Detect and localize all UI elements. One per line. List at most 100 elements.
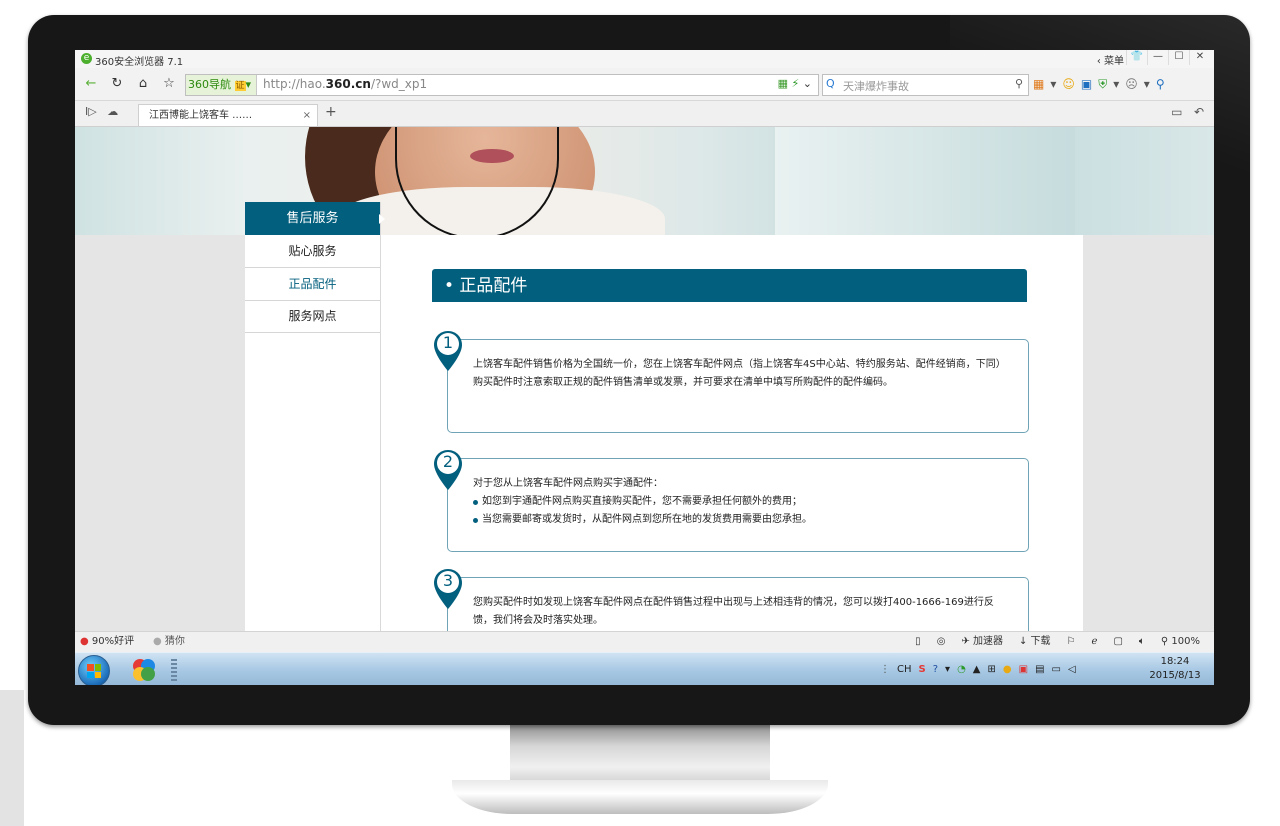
screenshot-icon[interactable]: ▣: [1081, 74, 1092, 94]
search-icon[interactable]: ⚲: [1015, 77, 1023, 90]
apps-icon[interactable]: ▦: [1033, 74, 1044, 94]
card-2-bullet-2: 当您需要邮寄或发货时，从配件网点到您所在地的发货费用需要由您承担。: [473, 511, 1012, 529]
dropdown-icon[interactable]: ▾: [1050, 74, 1056, 94]
windows-taskbar: ⋮ CH S ? ▾ ◔ ▲ ⊞ ● ▣ ▤ ▭ ◁ 18:24 2015/8/…: [75, 652, 1214, 685]
zoom-control[interactable]: ⚲ 100%: [1161, 632, 1200, 652]
background-strip: [0, 690, 24, 826]
extension-icon[interactable]: ☹: [1125, 74, 1138, 94]
zoom-tool-icon[interactable]: ⚲: [1156, 74, 1165, 94]
home-button[interactable]: ⌂: [133, 74, 153, 94]
help-icon[interactable]: ?: [933, 664, 938, 675]
sidebar-toggle-icon[interactable]: I▷ ☁: [85, 105, 118, 118]
url-prefix: http://hao.: [263, 77, 326, 91]
window-icon[interactable]: ▢: [1113, 632, 1122, 652]
compass-icon[interactable]: ◎: [937, 632, 946, 652]
pin-number-2: 2: [442, 452, 454, 471]
monitor-stand-neck: [510, 725, 770, 785]
toolbar-icons: ▦ ▾ ☺ ▣ ⛨ ▾ ☹ ▾ ⚲: [1033, 74, 1165, 94]
address-icons[interactable]: ▦ ⚡ ⌄: [778, 77, 812, 90]
menu-label: 菜单: [1104, 56, 1124, 67]
card-1-text: 上饶客车配件销售价格为全国统一价，您在上饶客车配件网点（指上饶客车4S中心站、特…: [473, 359, 1006, 388]
sidebar-arrow-icon: [379, 214, 385, 224]
dropdown-icon[interactable]: ⌄: [803, 77, 812, 90]
search-engine-icon[interactable]: Q: [826, 77, 835, 90]
browser-taskbar-icon[interactable]: [131, 657, 157, 683]
qr-code-icon[interactable]: ▦: [778, 77, 788, 90]
sidebar-item-parts[interactable]: 正品配件: [245, 268, 380, 301]
restore-tab-icon[interactable]: ▭ ↶: [1171, 105, 1204, 119]
pin-icon-1: 1: [432, 329, 464, 373]
system-clock[interactable]: 18:24 2015/8/13: [1140, 655, 1210, 683]
dot-icon: ●: [153, 636, 162, 647]
security-icon[interactable]: ▣: [1019, 664, 1028, 675]
address-toolbar: ← ↻ ⌂ ☆ 360导航 证▾ http://hao.360.cn/?wd_x…: [75, 68, 1214, 101]
rating-indicator[interactable]: ● 90%好评: [80, 632, 134, 652]
tab-strip: I▷ ☁ 江西博能上饶客车 …… × + ▭ ↶: [75, 101, 1214, 127]
new-tab-button[interactable]: +: [325, 104, 337, 120]
nav-badge[interactable]: 360导航 证▾: [186, 75, 257, 95]
close-window-button[interactable]: ✕: [1189, 50, 1210, 65]
tab-active[interactable]: 江西博能上饶客车 …… ×: [138, 104, 318, 126]
ie-icon[interactable]: ℯ: [1092, 632, 1098, 652]
clipboard-icon[interactable]: ▤: [1035, 664, 1044, 675]
refresh-button[interactable]: ↻: [107, 74, 127, 94]
emoji-icon[interactable]: ☺: [1062, 74, 1075, 94]
sidebar-item-outlets[interactable]: 服务网点: [245, 300, 380, 333]
pin-number-3: 3: [442, 571, 454, 590]
address-bar[interactable]: 360导航 证▾ http://hao.360.cn/?wd_xp1 ▦ ⚡ ⌄: [185, 74, 819, 96]
windows-icon[interactable]: ⊞: [988, 664, 996, 675]
back-button[interactable]: ←: [81, 74, 101, 94]
pin-icon-3: 3: [432, 567, 464, 611]
qq-icon[interactable]: ●: [1003, 664, 1012, 675]
search-box[interactable]: Q 天津爆炸事故 ⚲: [822, 74, 1029, 96]
sidebar-heading: 售后服务: [245, 202, 385, 235]
maximize-button[interactable]: ☐: [1168, 50, 1189, 65]
pin-icon-2: 2: [432, 448, 464, 492]
tab-close-icon[interactable]: ×: [303, 105, 311, 127]
statusbar-tools: ▯ ◎ ✈ 加速器 ↓ 下载 ⚐ ℯ ▢ 🔈︎ ⚲ 100%: [915, 632, 1200, 652]
show-hidden-icon[interactable]: ▲: [973, 664, 981, 675]
sidebar-item-service[interactable]: 贴心服务: [245, 235, 380, 268]
browser-statusbar: ● 90%好评 ● 猜你 ▯ ◎ ✈ 加速器 ↓ 下载 ⚐ ℯ ▢ 🔈︎ ⚲ 1…: [75, 631, 1214, 652]
lightning-icon[interactable]: ⚡: [792, 77, 800, 90]
skin-icon[interactable]: 👕: [1126, 50, 1147, 65]
browser-logo-icon: e: [81, 53, 92, 64]
url-suffix: /?wd_xp1: [370, 77, 428, 91]
wifi-icon[interactable]: ◔: [957, 664, 966, 675]
nav-badge-label: 360导航: [188, 78, 231, 91]
phone-icon[interactable]: ▯: [915, 632, 921, 652]
browser-titlebar: e 360安全浏览器 7.1 ‹ 菜单 👕 — ☐ ✕: [75, 50, 1214, 68]
tray-dropdown-icon[interactable]: ▾: [945, 664, 950, 675]
volume-icon[interactable]: 🔈︎: [1139, 632, 1145, 652]
rating-text: 90%好评: [91, 636, 135, 647]
clock-date: 2015/8/13: [1149, 670, 1201, 681]
speaker-icon[interactable]: ◁: [1068, 664, 1076, 675]
cert-badge: 证: [234, 81, 246, 91]
guess-indicator[interactable]: ● 猜你: [153, 632, 185, 652]
windows-flag-icon: [87, 664, 101, 678]
shield-icon[interactable]: ⛨: [1098, 74, 1107, 94]
system-tray: ⋮ CH S ? ▾ ◔ ▲ ⊞ ● ▣ ▤ ▭ ◁: [880, 653, 1076, 685]
pin-number-1: 1: [442, 333, 454, 352]
search-input[interactable]: 天津爆炸事故: [843, 78, 909, 94]
tab-title: 江西博能上饶客车 ……: [149, 110, 253, 121]
sogou-icon[interactable]: S: [919, 664, 926, 675]
start-button[interactable]: [78, 655, 110, 685]
url-text[interactable]: http://hao.360.cn/?wd_xp1: [263, 77, 427, 91]
ime-indicator[interactable]: CH: [897, 664, 912, 675]
card-2-intro: 对于您从上饶客车配件网点购买宇通配件：: [473, 478, 663, 489]
tray-grip-icon: ⋮: [880, 664, 890, 675]
card-2-text: 对于您从上饶客车配件网点购买宇通配件： 如您到宇通配件网点购买直接购买配件，您不…: [473, 475, 1012, 529]
minimize-button[interactable]: —: [1147, 50, 1168, 65]
network-icon[interactable]: ▭: [1052, 664, 1061, 675]
dropdown-icon[interactable]: ▾: [1113, 74, 1119, 94]
download-button[interactable]: ↓ 下载: [1019, 632, 1051, 652]
favorite-star-button[interactable]: ☆: [159, 74, 179, 94]
dropdown-icon[interactable]: ▾: [1144, 74, 1150, 94]
sidebar-heading-label: 售后服务: [286, 211, 339, 226]
flag-icon[interactable]: ⚐: [1067, 632, 1076, 652]
url-domain: 360.cn: [325, 77, 371, 91]
card-3-text: 您购买配件时如发现上饶客车配件网点在配件销售过程中出现与上述相违背的情况，您可以…: [473, 597, 994, 626]
accelerator-button[interactable]: ✈ 加速器: [961, 632, 1003, 652]
menu-button[interactable]: ‹ 菜单: [1097, 52, 1124, 67]
